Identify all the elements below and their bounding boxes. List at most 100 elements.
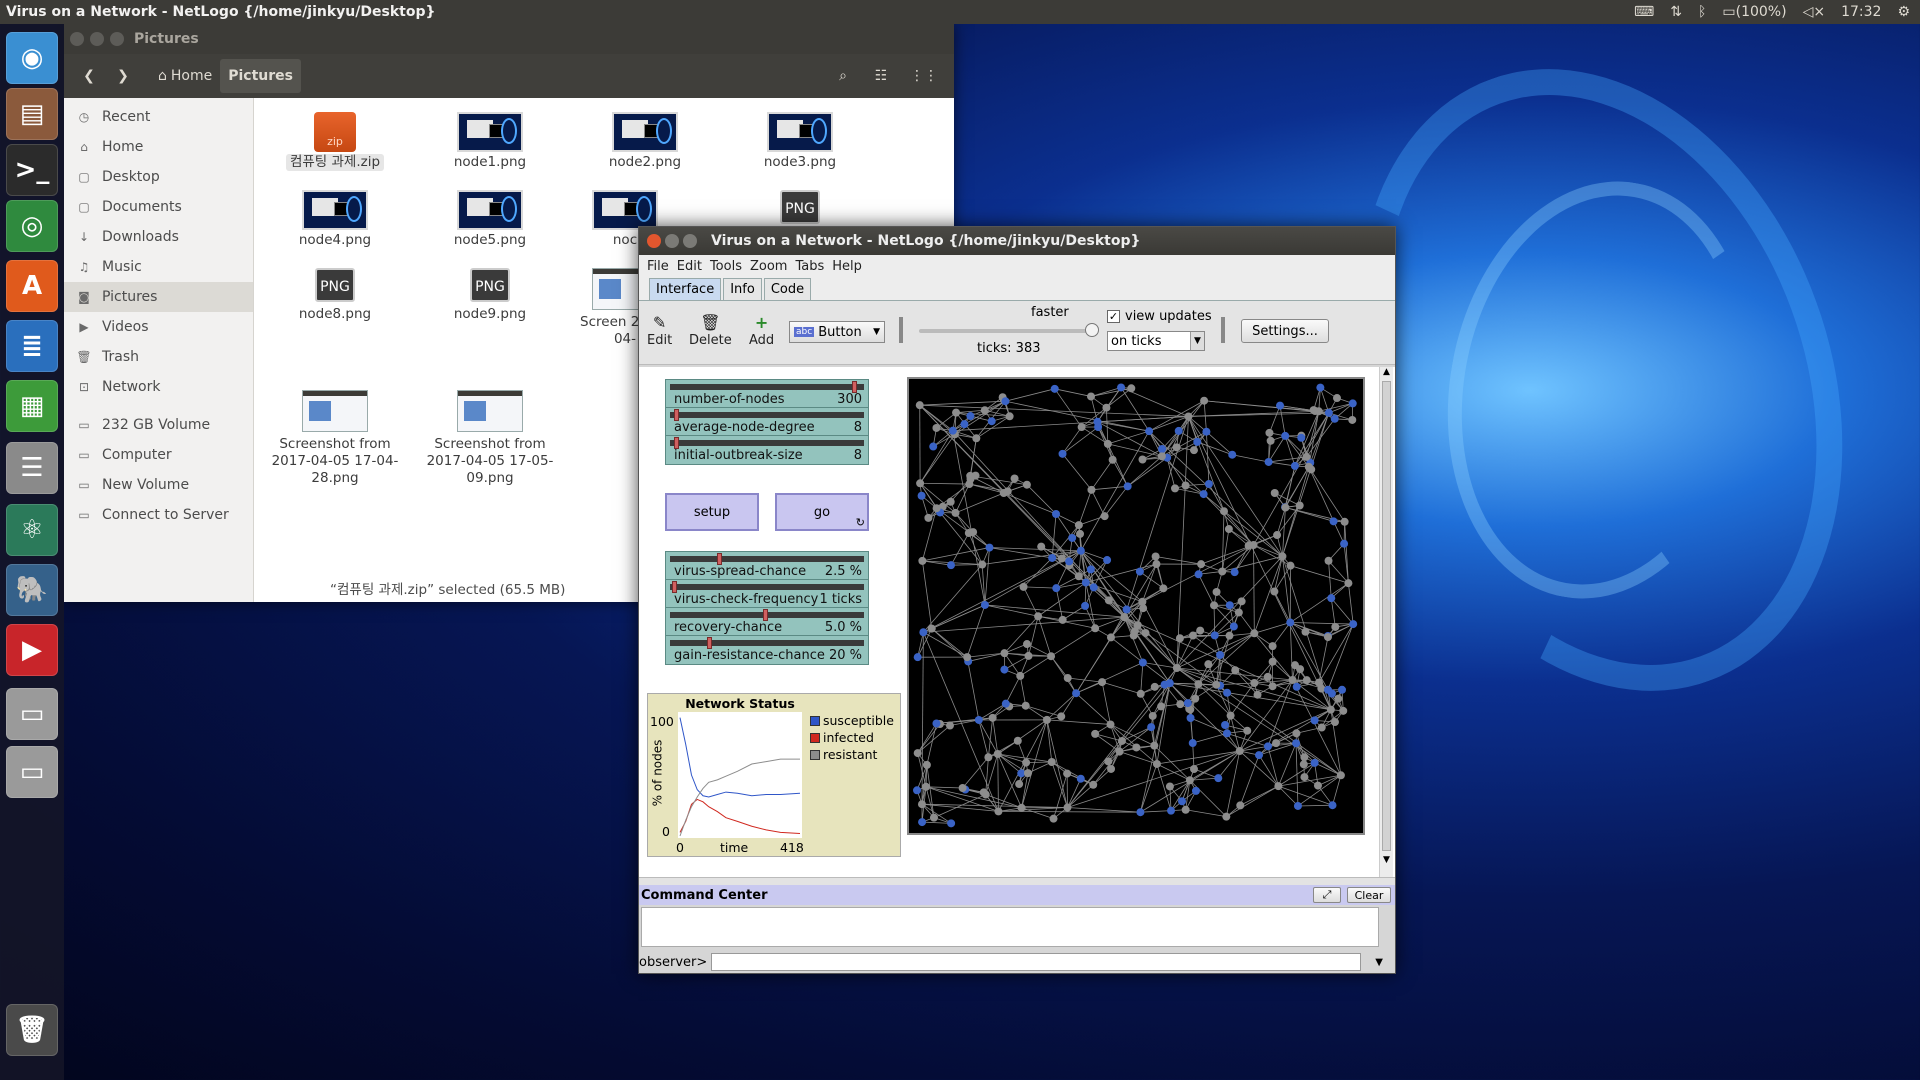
writer-icon[interactable]: ≣ — [6, 320, 58, 372]
netlogo-titlebar[interactable]: Virus on a Network - NetLogo {/home/jink… — [639, 227, 1395, 255]
widget-type-dropdown[interactable]: abc Button ▼ — [789, 321, 885, 343]
list-view-button[interactable]: ☷ — [864, 59, 898, 93]
clear-button[interactable]: Clear — [1347, 887, 1391, 903]
software-center-icon[interactable]: A — [6, 260, 58, 312]
menu-file[interactable]: File — [647, 259, 669, 274]
file-item[interactable]: node4.png — [260, 190, 410, 249]
slider-initial-outbreak-size[interactable]: initial-outbreak-size 8 — [665, 435, 869, 465]
breadcrumb-home[interactable]: ⌂ Home — [150, 59, 220, 93]
battery-indicator[interactable]: ▭(100%) — [1722, 4, 1786, 20]
breadcrumb-current[interactable]: Pictures — [220, 59, 301, 93]
close-button[interactable] — [647, 234, 661, 248]
scroll-thumb[interactable] — [1382, 381, 1391, 851]
sidebar-item-232-gb-volume[interactable]: ▭ 232 GB Volume — [64, 410, 253, 440]
sidebar-item-downloads[interactable]: ↓ Downloads — [64, 222, 253, 252]
slider-virus-spread-chance[interactable]: virus-spread-chance 2.5 % — [665, 551, 869, 581]
file-item[interactable]: node3.png — [725, 112, 875, 171]
file-item[interactable]: node5.png — [415, 190, 565, 249]
settings-button[interactable]: Settings... — [1241, 319, 1329, 343]
slider-virus-check-frequency[interactable]: virus-check-frequency 1 ticks — [665, 579, 869, 609]
menu-tools[interactable]: Tools — [710, 259, 742, 274]
sidebar-item-trash[interactable]: 🗑 Trash — [64, 342, 253, 372]
slider-track[interactable] — [670, 440, 864, 446]
volume-icon[interactable]: ◁× — [1803, 4, 1826, 20]
grid-view-button[interactable]: ⋮⋮ — [902, 59, 946, 93]
network-icon[interactable]: ⇅ — [1670, 4, 1682, 20]
scroll-down-arrow[interactable]: ▼ — [1380, 855, 1393, 865]
keyboard-icon[interactable]: ⌨ — [1634, 4, 1654, 20]
slider-number-of-nodes[interactable]: number-of-nodes 300 — [665, 379, 869, 409]
postgres-icon[interactable]: 🐘 — [6, 564, 58, 616]
terminal-icon[interactable]: >_ — [6, 144, 58, 196]
chrome-icon[interactable]: ◎ — [6, 200, 58, 252]
close-button[interactable] — [70, 32, 84, 46]
sidebar-item-new-volume[interactable]: ▭ New Volume — [64, 470, 253, 500]
minimize-button[interactable] — [90, 32, 104, 46]
slider-track[interactable] — [670, 384, 864, 390]
search-button[interactable]: ⌕ — [826, 59, 860, 93]
slider-track[interactable] — [670, 640, 864, 646]
database-icon[interactable]: ☰ — [6, 442, 58, 494]
clock[interactable]: 17:32 — [1841, 4, 1881, 20]
menu-tabs[interactable]: Tabs — [795, 259, 824, 274]
world-view[interactable] — [907, 377, 1365, 835]
maximize-button[interactable] — [683, 234, 697, 248]
sidebar-item-recent[interactable]: ◷ Recent — [64, 102, 253, 132]
atom-icon[interactable]: ⚛ — [6, 504, 58, 556]
minimize-button[interactable] — [665, 234, 679, 248]
slider-gain-resistance-chance[interactable]: gain-resistance-chance 20 % — [665, 635, 869, 665]
history-dropdown-icon[interactable]: ▼ — [1375, 957, 1383, 968]
file-item[interactable]: Screenshot from 2017-04-05 17-05-09.png — [415, 390, 565, 487]
sidebar-item-documents[interactable]: ▢ Documents — [64, 192, 253, 222]
menu-help[interactable]: Help — [832, 259, 862, 274]
add-tool[interactable]: + Add — [749, 313, 774, 348]
forward-button[interactable]: ❯ — [106, 59, 140, 93]
menu-edit[interactable]: Edit — [677, 259, 702, 274]
sidebar-item-home[interactable]: ⌂ Home — [64, 132, 253, 162]
slider-track[interactable] — [670, 556, 864, 562]
file-item[interactable]: node2.png — [570, 112, 720, 171]
delete-tool[interactable]: 🗑 Delete — [689, 313, 732, 348]
sidebar-item-computer[interactable]: ▭ Computer — [64, 440, 253, 470]
slider-recovery-chance[interactable]: recovery-chance 5.0 % — [665, 607, 869, 637]
back-button[interactable]: ❮ — [72, 59, 106, 93]
slider-track[interactable] — [670, 412, 864, 418]
tab-code[interactable]: Code — [763, 278, 812, 300]
file-item[interactable]: PNG node9.png — [415, 268, 565, 323]
file-item[interactable]: node1.png — [415, 112, 565, 171]
file-item[interactable]: PNG node8.png — [260, 268, 410, 323]
menu-zoom[interactable]: Zoom — [750, 259, 787, 274]
view-updates-checkbox[interactable]: ✓ view updates — [1107, 309, 1212, 324]
sidebar-item-network[interactable]: ⊡ Network — [64, 372, 253, 402]
files-icon[interactable]: ▤ — [6, 88, 58, 140]
file-item[interactable]: PNG — [725, 190, 875, 228]
trash-icon[interactable]: 🗑 — [6, 1004, 58, 1056]
drive2-icon[interactable]: ▭ — [6, 746, 58, 798]
slider-track[interactable] — [670, 584, 864, 590]
sidebar-item-music[interactable]: ♫ Music — [64, 252, 253, 282]
interface-scrollbar[interactable]: ▲ ▼ — [1379, 367, 1393, 877]
media-player-icon[interactable]: ▶ — [6, 624, 58, 676]
drive-icon[interactable]: ▭ — [6, 688, 58, 740]
update-mode-select[interactable]: on ticks ▼ — [1107, 331, 1205, 351]
bluetooth-icon[interactable]: ᛒ — [1698, 4, 1706, 20]
sidebar-item-videos[interactable]: ▶ Videos — [64, 312, 253, 342]
maximize-button[interactable] — [110, 32, 124, 46]
command-input[interactable] — [711, 953, 1362, 971]
file-item[interactable]: Screenshot from 2017-04-05 17-04-28.png — [260, 390, 410, 487]
command-output[interactable] — [641, 907, 1379, 947]
speed-slider-knob[interactable] — [1085, 323, 1099, 337]
edit-tool[interactable]: ✎ Edit — [647, 313, 672, 348]
expand-button[interactable]: ⤢ — [1313, 887, 1341, 903]
calc-icon[interactable]: ▦ — [6, 380, 58, 432]
scroll-up-arrow[interactable]: ▲ — [1380, 367, 1393, 377]
sidebar-item-pictures[interactable]: ◙ Pictures — [64, 282, 253, 312]
ubuntu-dash-icon[interactable]: ◉ — [6, 32, 58, 84]
file-item[interactable]: zip 컴퓨팅 과제.zip — [260, 112, 410, 171]
files-titlebar[interactable]: Pictures — [64, 24, 954, 54]
slider-average-node-degree[interactable]: average-node-degree 8 — [665, 407, 869, 437]
speed-slider[interactable] — [919, 329, 1089, 333]
sidebar-item-connect-to-server[interactable]: ▭ Connect to Server — [64, 500, 253, 530]
go-button[interactable]: go ↻ — [775, 493, 869, 531]
split-divider[interactable] — [639, 877, 1395, 885]
